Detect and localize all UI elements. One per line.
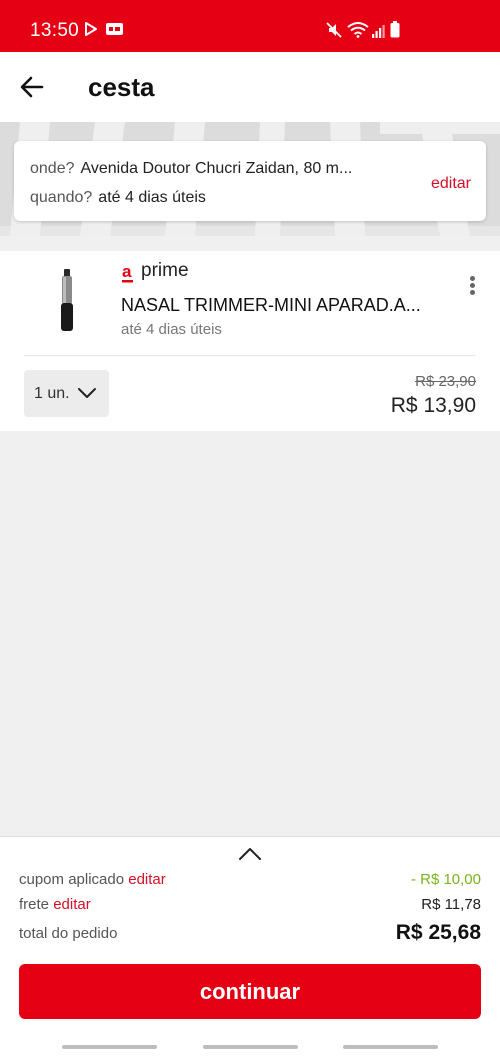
americanas-a-logo: a <box>122 263 133 283</box>
more-vertical-icon[interactable] <box>462 273 482 299</box>
item-divider <box>24 355 476 356</box>
chevron-up-icon[interactable] <box>238 847 262 861</box>
shipping-label: frete <box>19 896 50 913</box>
product-image[interactable] <box>50 267 84 333</box>
delivery-time-value: até 4 dias úteis <box>98 189 206 206</box>
shipping-cost: R$ 11,78 <box>421 896 481 913</box>
cart-item: a prime NASAL TRIMMER-MINI APARAD.A... a… <box>0 251 500 431</box>
where-label: onde? <box>30 160 75 177</box>
signal-icon <box>372 25 385 38</box>
status-bar: 13:50 <box>0 0 500 52</box>
delivery-address-row: onde? Avenida Doutor Chucri Zaidan, 80 m.… <box>30 160 352 178</box>
status-time: 13:50 <box>30 20 80 41</box>
wifi-icon <box>347 22 369 38</box>
page-title: cesta <box>88 72 155 102</box>
chevron-down-icon <box>78 388 96 398</box>
shipping-row: frete editar R$ 11,78 <box>19 896 481 918</box>
quantity-value: 1 un. <box>34 385 70 402</box>
total-label: total do pedido <box>19 925 118 942</box>
delivery-info-card: onde? Avenida Doutor Chucri Zaidan, 80 m.… <box>14 141 486 221</box>
edit-shipping-link[interactable]: editar <box>53 896 91 913</box>
product-name[interactable]: NASAL TRIMMER-MINI APARAD.A... <box>121 295 421 316</box>
edit-delivery-link[interactable]: editar <box>431 175 471 193</box>
nav-home-handle[interactable] <box>203 1045 298 1049</box>
address-value: Avenida Doutor Chucri Zaidan, 80 m... <box>80 160 353 177</box>
edit-coupon-link[interactable]: editar <box>128 871 166 888</box>
coupon-row: cupom aplicado editar - R$ 10,00 <box>19 871 481 893</box>
delivery-time-row: quando? até 4 dias úteis <box>30 189 206 207</box>
coupon-label: cupom aplicado <box>19 871 125 888</box>
coupon-discount: - R$ 10,00 <box>410 871 481 888</box>
prime-label: prime <box>141 260 189 281</box>
product-delivery-time: até 4 dias úteis <box>121 321 222 338</box>
original-price: R$ 23,90 <box>415 373 476 390</box>
arrow-left-icon[interactable] <box>18 74 48 100</box>
svg-text:a: a <box>122 263 132 281</box>
current-price: R$ 13,90 <box>390 394 476 417</box>
mute-icon <box>326 22 342 38</box>
play-store-icon <box>85 22 97 36</box>
nav-back-handle[interactable] <box>343 1045 438 1049</box>
when-label: quando? <box>30 189 93 206</box>
total-value: R$ 25,68 <box>395 921 481 944</box>
quantity-selector[interactable]: 1 un. <box>24 370 109 417</box>
app-bar: cesta <box>0 52 500 122</box>
total-row: total do pedido R$ 25,68 <box>19 921 481 947</box>
battery-icon <box>390 21 400 38</box>
order-summary: cupom aplicado editar - R$ 10,00 frete e… <box>0 836 500 1056</box>
continue-button[interactable]: continuar <box>19 964 481 1019</box>
caption-icon <box>106 23 123 35</box>
nav-recents-handle[interactable] <box>62 1045 157 1049</box>
